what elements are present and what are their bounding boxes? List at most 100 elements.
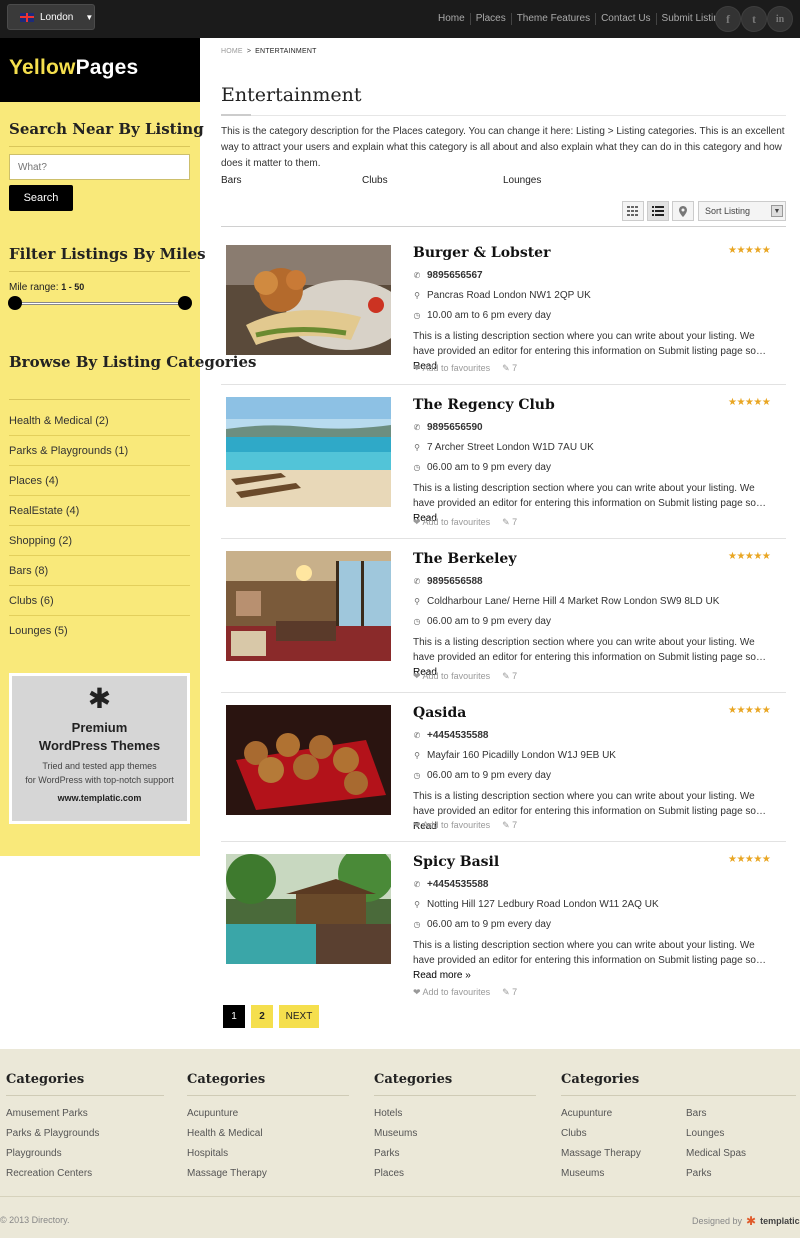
add-to-favourites-button[interactable]: ❤ Add to favourites	[413, 820, 490, 831]
listing-title[interactable]: Qasida	[413, 705, 466, 721]
next-page-button[interactable]: NEXT	[279, 1005, 319, 1028]
footer-link[interactable]: Acupunture	[187, 1108, 238, 1119]
facebook-icon[interactable]: f	[715, 6, 741, 32]
nav-home[interactable]: Home	[433, 13, 470, 25]
phone-icon: ✆	[413, 880, 421, 889]
listing-address-value: Coldharbour Lane/ Herne Hill 4 Market Ro…	[427, 596, 720, 607]
listing-meta: ❤ Add to favourites ✎ 7	[413, 820, 517, 831]
listing-title[interactable]: Spicy Basil	[413, 854, 499, 870]
search-button[interactable]: Search	[9, 185, 73, 211]
mile-range-slider[interactable]	[15, 302, 185, 305]
category-parks-playgrounds[interactable]: Parks & Playgrounds (1)	[9, 436, 190, 466]
phone-icon: ✆	[413, 271, 421, 280]
list-view-button[interactable]	[647, 201, 669, 221]
sort-listing-select[interactable]: Sort Listing ▼	[698, 201, 786, 221]
listing-title[interactable]: The Regency Club	[413, 397, 555, 413]
listing-description-text: This is a listing description section wh…	[413, 331, 766, 357]
listing-image-regency-club[interactable]	[226, 397, 391, 507]
more-link[interactable]: more »	[440, 970, 471, 981]
search-input[interactable]	[9, 154, 190, 180]
slider-max-handle[interactable]	[178, 296, 192, 310]
beach-photo	[226, 397, 391, 507]
footer-link[interactable]: Museums	[374, 1128, 417, 1139]
site-logo[interactable]: YellowPages	[9, 56, 138, 80]
footer-link[interactable]: Hotels	[374, 1108, 402, 1119]
page-1-button[interactable]: 1	[223, 1005, 245, 1028]
footer-link[interactable]: Massage Therapy	[561, 1148, 641, 1159]
grid-view-button[interactable]	[622, 201, 644, 221]
category-bars[interactable]: Bars (8)	[9, 556, 190, 586]
footer-link[interactable]: Amusement Parks	[6, 1108, 88, 1119]
category-lounges[interactable]: Lounges (5)	[9, 616, 190, 646]
listing-image-burger-lobster[interactable]	[226, 245, 391, 355]
nav-places[interactable]: Places	[469, 13, 511, 25]
category-list: Health & Medical (2) Parks & Playgrounds…	[9, 406, 190, 646]
category-places[interactable]: Places (4)	[9, 466, 190, 496]
comments-count[interactable]: ✎ 7	[502, 820, 517, 831]
add-to-favourites-label: Add to favourites	[422, 671, 491, 681]
category-clubs[interactable]: Clubs (6)	[9, 586, 190, 616]
main-nav: Home Places Theme Features Contact Us Su…	[433, 0, 729, 38]
footer-link[interactable]: Lounges	[686, 1128, 724, 1139]
category-description: This is the category description for the…	[221, 126, 785, 169]
subcategory-lounges[interactable]: Lounges	[503, 175, 541, 186]
footer-link[interactable]: Massage Therapy	[187, 1168, 267, 1179]
copyright: © 2013 Directory.	[0, 1215, 70, 1225]
category-realestate[interactable]: RealEstate (4)	[9, 496, 190, 526]
category-shopping[interactable]: Shopping (2)	[9, 526, 190, 556]
location-pin-icon: ⚲	[414, 291, 420, 300]
location-pin-icon: ⚲	[414, 597, 420, 606]
comments-count[interactable]: ✎ 7	[502, 671, 517, 682]
footer-link[interactable]: Parks	[686, 1168, 712, 1179]
premium-themes-ad[interactable]: ✱ Premium WordPress Themes Tried and tes…	[9, 673, 190, 824]
nav-theme-features[interactable]: Theme Features	[510, 13, 595, 25]
listing-title[interactable]: The Berkeley	[413, 551, 516, 567]
add-to-favourites-button[interactable]: ❤ Add to favourites	[413, 517, 490, 528]
phone-icon: ✆	[413, 577, 421, 586]
add-to-favourites-button[interactable]: ❤ Add to favourites	[413, 363, 490, 374]
listing-hours: ◷ 06.00 am to 9 pm every day	[413, 770, 551, 781]
footer-link[interactable]: Places	[374, 1168, 404, 1179]
footer-heading: Categories	[561, 1072, 640, 1087]
comments-count[interactable]: ✎ 7	[502, 987, 517, 998]
footer-link[interactable]: Parks & Playgrounds	[6, 1128, 99, 1139]
templatic-brand-link[interactable]: templatic	[760, 1216, 800, 1226]
listing-phone: ✆ 9895656567	[413, 270, 483, 281]
footer-link[interactable]: Hospitals	[187, 1148, 228, 1159]
city-selector[interactable]: London ▼	[7, 4, 95, 30]
divider	[9, 146, 190, 147]
listing-image-qasida[interactable]	[226, 705, 391, 815]
ad-title-1: Premium	[71, 720, 128, 735]
footer-link[interactable]: Recreation Centers	[6, 1168, 92, 1179]
subcategory-clubs[interactable]: Clubs	[362, 175, 388, 186]
footer-link[interactable]: Museums	[561, 1168, 604, 1179]
linkedin-icon[interactable]: in	[767, 6, 793, 32]
listing-image-spicy-basil[interactable]	[226, 854, 391, 964]
nav-contact-us[interactable]: Contact Us	[595, 13, 655, 25]
page-2-button[interactable]: 2	[251, 1005, 273, 1028]
comments-count[interactable]: ✎ 7	[502, 517, 517, 528]
listing-title[interactable]: Burger & Lobster	[413, 245, 550, 261]
footer-link[interactable]: Clubs	[561, 1128, 587, 1139]
category-health-medical[interactable]: Health & Medical (2)	[9, 406, 190, 436]
comments-count[interactable]: ✎ 7	[502, 363, 517, 374]
footer-link[interactable]: Parks	[374, 1148, 400, 1159]
twitter-icon[interactable]: t	[741, 6, 767, 32]
footer-link[interactable]: Bars	[686, 1108, 707, 1119]
footer-link[interactable]: Health & Medical	[187, 1128, 263, 1139]
listing-image-berkeley[interactable]	[226, 551, 391, 661]
map-view-button[interactable]	[672, 201, 694, 221]
footer-link[interactable]: Acupunture	[561, 1108, 612, 1119]
read-more-link[interactable]: Read	[413, 970, 437, 981]
add-to-favourites-button[interactable]: ❤ Add to favourites	[413, 671, 490, 682]
add-to-favourites-button[interactable]: ❤ Add to favourites	[413, 987, 490, 998]
listing-hours: ◷ 06.00 am to 9 pm every day	[413, 462, 551, 473]
star-rating-icon: ★★★★★	[728, 854, 771, 865]
footer-link[interactable]: Medical Spas	[686, 1148, 746, 1159]
slider-min-handle[interactable]	[8, 296, 22, 310]
listing-phone: ✆ 9895656588	[413, 576, 483, 587]
listing-meta: ❤ Add to favourites ✎ 7	[413, 517, 517, 528]
breadcrumb-home[interactable]: HOME	[221, 48, 243, 55]
subcategory-bars[interactable]: Bars	[221, 175, 242, 186]
footer-link[interactable]: Playgrounds	[6, 1148, 62, 1159]
